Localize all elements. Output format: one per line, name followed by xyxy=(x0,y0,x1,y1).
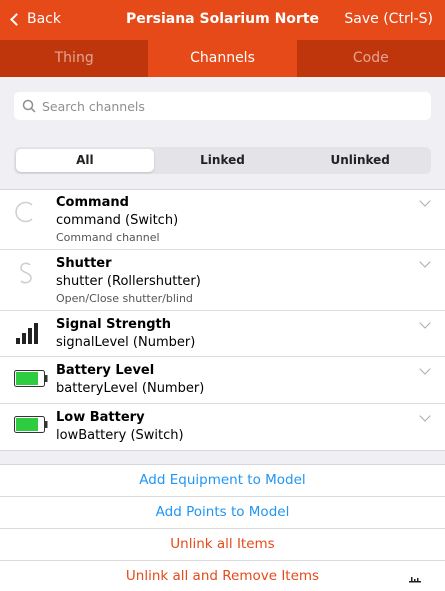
filter-linked[interactable]: Linked xyxy=(154,149,292,172)
filter-unlinked[interactable]: Unlinked xyxy=(291,149,429,172)
channel-title: Battery Level xyxy=(56,363,155,378)
rollershutter-icon xyxy=(20,262,32,284)
channel-row-low-battery[interactable]: Low Battery lowBattery (Switch) xyxy=(0,404,445,450)
channel-title: Shutter xyxy=(56,256,112,271)
channel-subtitle: signalLevel (Number) xyxy=(56,335,196,350)
channel-row-signal-strength[interactable]: Signal Strength signalLevel (Number) xyxy=(0,311,445,357)
add-equipment-button[interactable]: Add Equipment to Model xyxy=(0,465,445,497)
tab-code[interactable]: Code xyxy=(297,40,445,77)
chevron-down-icon[interactable] xyxy=(419,256,431,268)
channel-subtitle: shutter (Rollershutter) xyxy=(56,274,201,289)
search-icon xyxy=(22,99,36,113)
battery-icon xyxy=(14,416,48,433)
navbar: Back Persiana Solarium Norte Save (Ctrl-… xyxy=(0,0,445,40)
signal-strength-icon xyxy=(16,323,38,344)
tab-bar: Thing Channels Code xyxy=(0,40,445,77)
search-placeholder: Search channels xyxy=(42,98,145,114)
channel-row-battery-level[interactable]: Battery Level batteryLevel (Number) xyxy=(0,357,445,404)
channel-list: Command command (Switch) Command channel… xyxy=(0,189,445,451)
channel-subtitle: batteryLevel (Number) xyxy=(56,381,205,396)
action-list: Add Equipment to Model Add Points to Mod… xyxy=(0,464,445,591)
channel-subtitle: command (Switch) xyxy=(56,213,179,228)
power-circle-icon xyxy=(15,201,33,223)
chevron-down-icon[interactable] xyxy=(419,317,431,329)
channel-subtitle: lowBattery (Switch) xyxy=(56,428,184,443)
add-points-button[interactable]: Add Points to Model xyxy=(0,497,445,529)
unlink-all-button[interactable]: Unlink all Items xyxy=(0,529,445,561)
search-input[interactable]: Search channels xyxy=(14,92,431,120)
channel-title: Low Battery xyxy=(56,410,145,425)
channel-title: Command xyxy=(56,195,129,210)
resize-handle-icon xyxy=(409,577,421,583)
chevron-down-icon[interactable] xyxy=(419,195,431,207)
channel-title: Signal Strength xyxy=(56,317,171,332)
channel-description: Command channel xyxy=(56,231,160,244)
unlink-remove-button[interactable]: Unlink all and Remove Items xyxy=(0,561,445,591)
save-button[interactable]: Save (Ctrl-S) xyxy=(344,11,433,27)
chevron-down-icon[interactable] xyxy=(419,363,431,375)
filter-segmented-control: All Linked Unlinked xyxy=(14,147,431,174)
tab-thing[interactable]: Thing xyxy=(0,40,148,77)
channel-row-command[interactable]: Command command (Switch) Command channel xyxy=(0,190,445,250)
channel-description: Open/Close shutter/blind xyxy=(56,292,193,305)
tab-channels[interactable]: Channels xyxy=(148,40,297,77)
chevron-down-icon[interactable] xyxy=(419,410,431,422)
channel-row-shutter[interactable]: Shutter shutter (Rollershutter) Open/Clo… xyxy=(0,250,445,311)
battery-icon xyxy=(14,370,48,387)
filter-all[interactable]: All xyxy=(16,149,154,172)
